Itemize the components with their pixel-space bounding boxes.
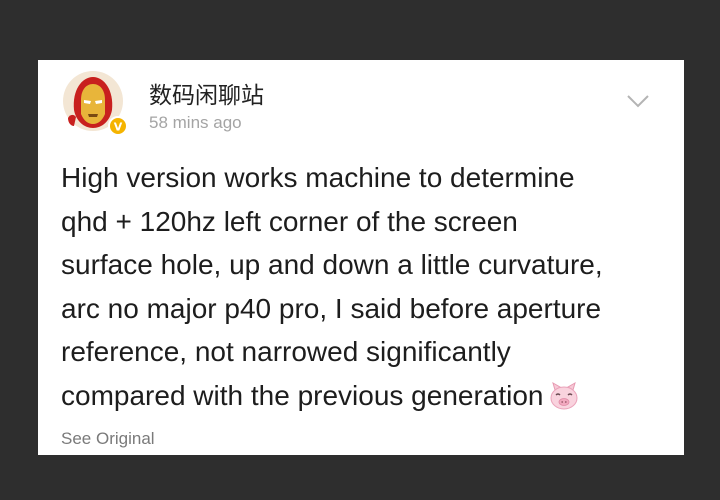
- post-timestamp: 58 mins ago: [149, 113, 242, 132]
- chevron-down-icon[interactable]: [625, 92, 651, 110]
- post-line: qhd + 120hz left corner of the screen: [61, 205, 518, 237]
- post-line-text: compared with the previous generation: [61, 379, 544, 411]
- post-line: surface hole, up and down a little curva…: [61, 249, 603, 280]
- post-body: High version works machine to determine …: [61, 156, 671, 417]
- post-line: reference, not narrowed significantly: [61, 336, 511, 367]
- post-line: High version works machine to determine: [61, 162, 575, 193]
- post-card: V 数码闲聊站 58 mins ago High version works m…: [38, 60, 684, 455]
- svg-text:V: V: [114, 121, 123, 134]
- post-line: arc no major p40 pro, I said before aper…: [61, 292, 602, 324]
- post-line-last: compared with the previous generation: [61, 374, 671, 418]
- pig-face-emoji-icon: [548, 381, 580, 411]
- see-original-link[interactable]: See Original: [61, 429, 155, 449]
- verified-badge-icon: V: [108, 116, 128, 136]
- author-name[interactable]: 数码闲聊站: [149, 76, 264, 110]
